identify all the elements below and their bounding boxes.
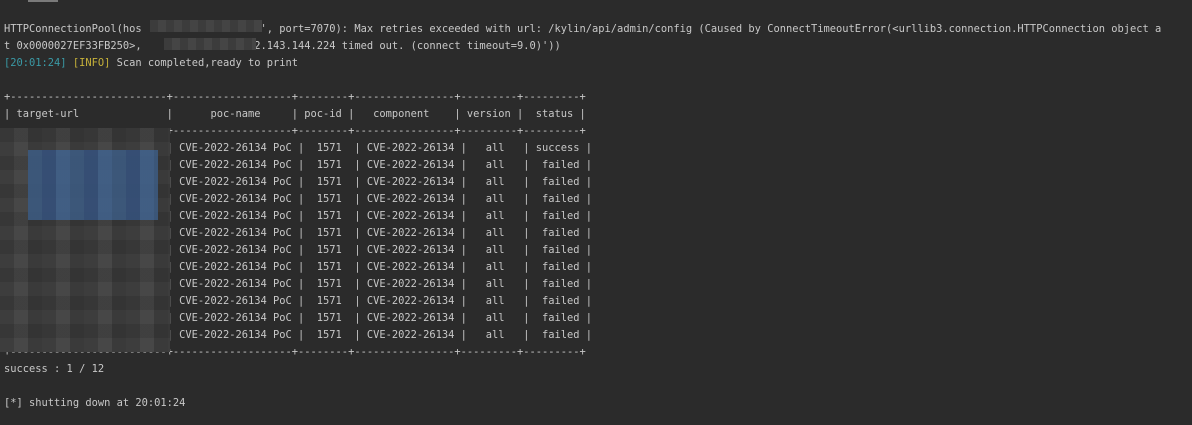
redacted-host <box>150 20 262 32</box>
log-message: Scan completed,ready to print <box>110 57 299 69</box>
summary-line: success : 1 / 12 <box>4 363 105 375</box>
log-line: [20:01:24] [INFO] Scan completed,ready t… <box>4 56 298 70</box>
log-timestamp: [20:01:24] <box>4 57 67 69</box>
tab-indicator <box>28 0 58 2</box>
table-border-top: +-------------------------+-------------… <box>4 91 586 103</box>
shutdown-line: [*] shutting down at 20:01:24 <box>4 397 186 409</box>
redacted-target-urls-overlay <box>28 150 158 220</box>
terminal-output[interactable]: HTTPConnectionPool(hos ', port=7070): Ma… <box>0 0 1192 425</box>
table-header: | target-url | poc-name | poc-id | compo… <box>4 108 586 120</box>
redacted-ip <box>164 38 256 50</box>
log-level: [INFO] <box>72 57 111 69</box>
error-line-2: t 0x0000027EF33FB250>, 2.143.144.224 tim… <box>4 40 561 52</box>
